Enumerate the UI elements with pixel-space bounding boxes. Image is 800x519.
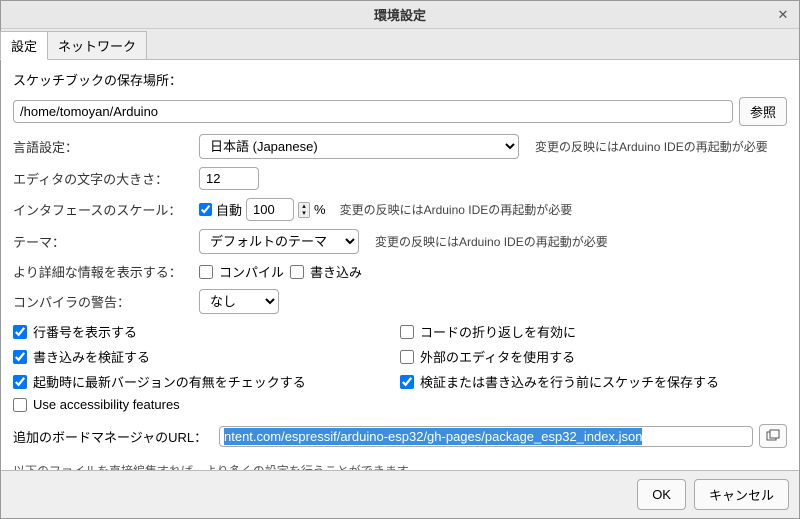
verbose-compile-checkbox[interactable] (199, 265, 213, 279)
window-title: 環境設定 (374, 5, 426, 24)
language-select[interactable]: 日本語 (Japanese) (199, 134, 519, 159)
scale-label: インタフェースのスケール： (13, 200, 193, 219)
preferences-dialog: 環境設定 ✕ 設定 ネットワーク スケッチブックの保存場所： 参照 言語設定： … (0, 0, 800, 519)
verify-upload-label: 書き込みを検証する (33, 347, 150, 366)
cancel-button[interactable]: キャンセル (694, 479, 789, 510)
sketchbook-label: スケッチブックの保存場所： (13, 70, 787, 89)
dialog-footer: OK キャンセル (1, 470, 799, 518)
ok-button[interactable]: OK (637, 479, 686, 510)
window-icon (766, 429, 780, 443)
a11y-label: Use accessibility features (33, 397, 180, 412)
chevron-up-icon: ▴ (299, 203, 309, 210)
theme-label: テーマ： (13, 232, 193, 251)
fontsize-input[interactable] (199, 167, 259, 190)
wrap-checkbox[interactable] (400, 325, 414, 339)
close-icon[interactable]: ✕ (775, 7, 791, 23)
language-note: 変更の反映にはArduino IDEの再起動が必要 (535, 138, 768, 155)
scale-note: 変更の反映にはArduino IDEの再起動が必要 (340, 201, 573, 218)
sketchbook-path-input[interactable] (13, 100, 733, 123)
prefs-more-info: 以下のファイルを直接編集すれば、より多くの設定を行うことができます。 (13, 462, 787, 470)
theme-note: 変更の反映にはArduino IDEの再起動が必要 (375, 233, 608, 250)
save-before-label: 検証または書き込みを行う前にスケッチを保存する (420, 372, 719, 391)
theme-select[interactable]: デフォルトのテーマ (199, 229, 359, 254)
wrap-label: コードの折り返しを有効に (420, 322, 576, 341)
verify-upload-checkbox[interactable] (13, 350, 27, 364)
verbose-label: より詳細な情報を表示する： (13, 262, 193, 281)
tab-bar: 設定 ネットワーク (1, 29, 799, 60)
settings-panel: スケッチブックの保存場所： 参照 言語設定： 日本語 (Japanese) 変更… (1, 60, 799, 470)
check-updates-checkbox[interactable] (13, 375, 27, 389)
chevron-down-icon: ▾ (299, 210, 309, 217)
check-updates-label: 起動時に最新バージョンの有無をチェックする (33, 372, 306, 391)
browse-button[interactable]: 参照 (739, 97, 787, 126)
boards-url-expand-button[interactable] (759, 424, 787, 448)
external-editor-checkbox[interactable] (400, 350, 414, 364)
verbose-upload-label: 書き込み (310, 262, 362, 281)
titlebar: 環境設定 ✕ (1, 1, 799, 29)
fontsize-label: エディタの文字の大きさ： (13, 169, 193, 188)
a11y-checkbox[interactable] (13, 398, 27, 412)
lineno-checkbox[interactable] (13, 325, 27, 339)
warnings-label: コンパイラの警告： (13, 292, 193, 311)
boards-url-input[interactable]: ntent.com/espressif/arduino-esp32/gh-pag… (219, 426, 753, 447)
scale-auto-label: 自動 (216, 200, 242, 219)
save-before-checkbox[interactable] (400, 375, 414, 389)
boards-url-label: 追加のボードマネージャのURL： (13, 427, 213, 446)
tab-settings[interactable]: 設定 (0, 31, 48, 60)
tab-network[interactable]: ネットワーク (47, 31, 147, 59)
verbose-compile-label: コンパイル (219, 262, 284, 281)
warnings-select[interactable]: なし (199, 289, 279, 314)
external-editor-label: 外部のエディタを使用する (420, 347, 575, 366)
language-label: 言語設定： (13, 137, 193, 156)
scale-value-input[interactable] (246, 198, 294, 221)
scale-pct: % (314, 202, 326, 217)
verbose-upload-checkbox[interactable] (290, 265, 304, 279)
scale-auto-checkbox[interactable] (199, 203, 212, 216)
lineno-label: 行番号を表示する (33, 322, 137, 341)
scale-spinner[interactable]: ▴▾ (298, 202, 310, 218)
